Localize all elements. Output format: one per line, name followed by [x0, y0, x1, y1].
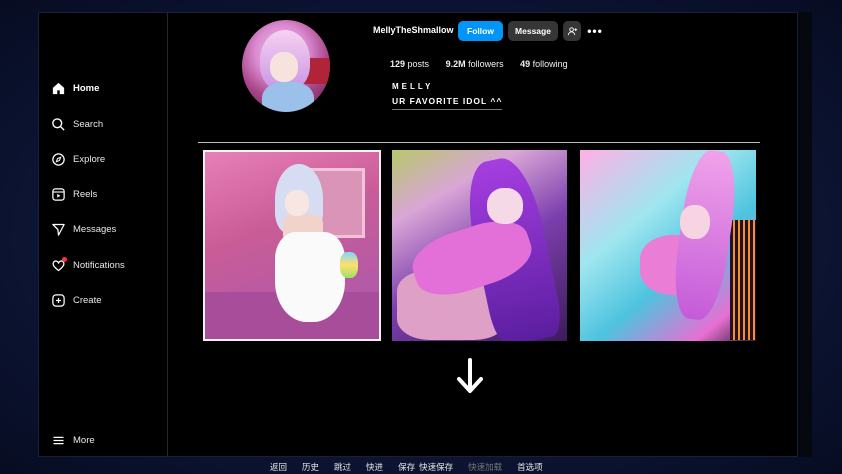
menu-history-button[interactable]: 历史 — [302, 461, 319, 473]
sidebar-item-reels[interactable]: Reels — [50, 182, 97, 206]
more-horizontal-icon: ••• — [587, 24, 603, 38]
avatar-body — [262, 82, 314, 112]
posts-stat[interactable]: 129 posts — [390, 59, 429, 69]
sidebar-item-label: Create — [73, 294, 102, 306]
following-stat[interactable]: 49 following — [520, 59, 568, 69]
menu-auto-button[interactable]: 快进 — [366, 461, 383, 473]
followers-stat[interactable]: 9.2M followers — [446, 59, 504, 69]
home-icon — [50, 80, 66, 96]
plus-square-icon — [50, 292, 66, 308]
sidebar-item-label: More — [73, 434, 95, 446]
posts-label: posts — [407, 59, 430, 69]
followers-count: 9.2M — [445, 59, 466, 69]
profile-avatar[interactable] — [242, 20, 330, 112]
sidebar-item-explore[interactable]: Explore — [50, 147, 105, 171]
reels-icon — [50, 186, 66, 202]
send-icon — [50, 221, 66, 237]
menu-quick-save-button[interactable]: 快速保存 — [419, 461, 453, 473]
post-thumbnail-1[interactable] — [203, 150, 381, 341]
posts-count: 129 — [390, 59, 406, 69]
screen-bezel — [798, 12, 812, 457]
sidebar: Home Search Explore Reels Messages Notif… — [38, 12, 168, 457]
menu-preferences-button[interactable]: 首选项 — [517, 461, 543, 473]
sidebar-item-messages[interactable]: Messages — [50, 217, 116, 241]
menu-skip-button[interactable]: 跳过 — [334, 461, 351, 473]
profile-divider — [198, 142, 760, 143]
profile-bio: UR FAVORITE IDOL ^^ — [392, 96, 503, 110]
sidebar-item-label: Notifications — [73, 259, 125, 271]
notification-dot — [62, 257, 67, 262]
sidebar-item-label: Explore — [73, 153, 106, 165]
avatar-face — [270, 52, 298, 82]
post-character-face — [487, 188, 523, 224]
more-options-button[interactable]: ••• — [585, 21, 605, 41]
sidebar-item-create[interactable]: Create — [50, 288, 102, 312]
sidebar-item-label: Messages — [73, 223, 117, 235]
profile-username: MellyTheShmallow — [373, 25, 454, 35]
post-thumbnail-2[interactable] — [392, 150, 567, 341]
following-label: following — [532, 59, 568, 69]
post-character-face — [285, 190, 309, 216]
post-thumbnail-3[interactable] — [580, 150, 756, 341]
search-icon — [50, 116, 66, 132]
arrow-down-icon — [457, 358, 483, 393]
heart-icon — [50, 257, 67, 273]
post-character-face — [680, 205, 710, 239]
sidebar-item-label: Reels — [73, 188, 98, 200]
sidebar-item-search[interactable]: Search — [50, 112, 103, 136]
compass-icon — [50, 151, 66, 167]
message-button[interactable]: Message — [508, 21, 558, 41]
post-ice-cream-shape — [340, 252, 358, 278]
sidebar-item-more[interactable]: More — [50, 428, 95, 452]
sidebar-item-label: Home — [73, 82, 100, 94]
post-character-dress — [275, 232, 345, 322]
add-user-icon — [567, 26, 577, 35]
post-railing-shape — [730, 220, 756, 340]
profile-stats: 129 posts 9.2M followers 49 following — [390, 59, 582, 69]
profile-full-name: MELLY — [392, 82, 434, 91]
menu-quick-load-button: 快速加载 — [468, 463, 503, 473]
followers-label: followers — [468, 59, 504, 69]
add-user-button[interactable] — [563, 21, 581, 41]
menu-save-button[interactable]: 保存 — [398, 461, 415, 473]
following-count: 49 — [520, 59, 531, 69]
sidebar-item-label: Search — [73, 118, 104, 130]
scroll-down-button[interactable] — [455, 357, 485, 395]
menu-back-button[interactable]: 返回 — [270, 461, 287, 473]
game-quick-menu: 返回 历史 跳过 快进 保存 快速保存 快速加载 首选项 — [270, 460, 558, 474]
sidebar-item-home[interactable]: Home — [50, 76, 99, 100]
hamburger-icon — [50, 432, 66, 448]
follow-button[interactable]: Follow — [458, 21, 503, 41]
sidebar-item-notifications[interactable]: Notifications — [50, 253, 125, 277]
